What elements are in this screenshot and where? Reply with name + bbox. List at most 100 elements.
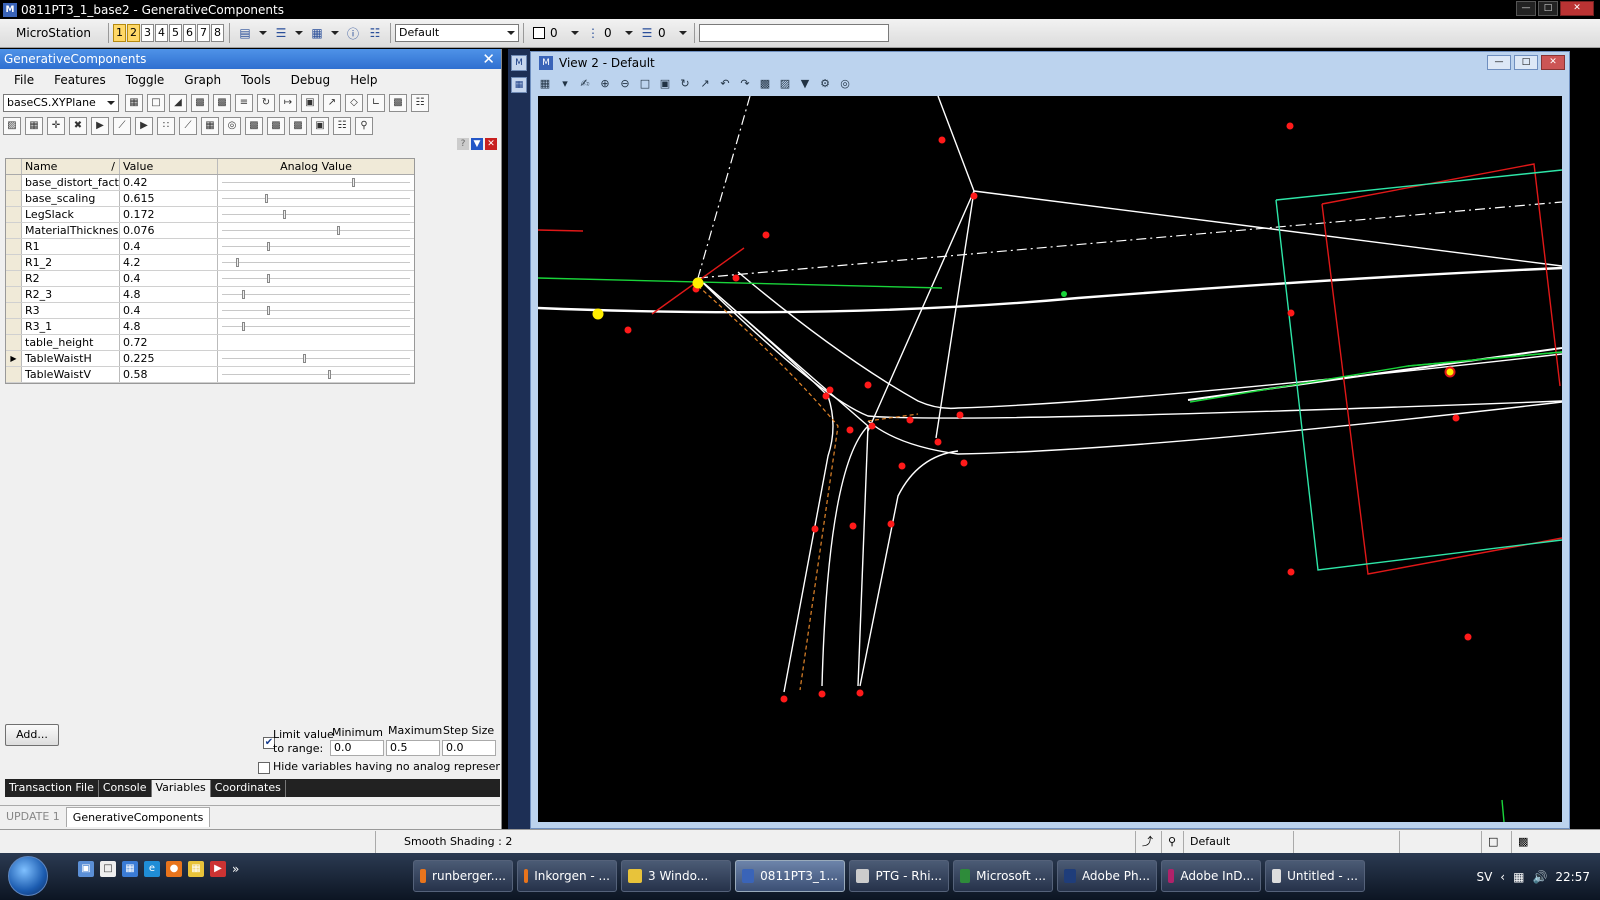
maximize-icon[interactable]: □ [1514, 55, 1538, 70]
slider-thumb[interactable] [337, 226, 341, 235]
table-row[interactable]: base_distort_fact... 0.42 [6, 175, 414, 191]
variable-value-cell[interactable]: 4.2 [120, 255, 218, 270]
maximize-icon[interactable]: □ [1538, 1, 1558, 16]
variable-value-cell[interactable]: 0.076 [120, 223, 218, 238]
view-button-1[interactable]: 1 [113, 24, 126, 42]
clock[interactable]: 22:57 [1555, 870, 1590, 884]
taskbar-button[interactable]: Inkorgen - ... [517, 860, 617, 892]
menu-graph[interactable]: Graph [184, 73, 221, 87]
browser-icon[interactable]: e [144, 861, 160, 877]
view-windows-icon[interactable]: ▦ [511, 77, 527, 93]
slider-thumb[interactable] [303, 354, 306, 363]
variable-value-cell[interactable]: 0.58 [120, 367, 218, 382]
slider-track[interactable] [222, 294, 410, 296]
new-file-icon[interactable]: □ [147, 93, 165, 112]
transform-icon[interactable]: ▨ [3, 116, 21, 135]
dropdown-arrow-icon[interactable] [331, 31, 339, 35]
step-size-field[interactable]: 0.0 [442, 740, 496, 756]
close-icon[interactable]: ✕ [485, 138, 497, 150]
collapse-icon[interactable]: ▼ [471, 138, 483, 150]
slider-thumb[interactable] [241, 322, 245, 331]
zoom-in-icon[interactable]: ⊕ [597, 76, 613, 92]
analog-slider[interactable] [218, 191, 414, 206]
hierarchy-icon[interactable]: ☷ [411, 93, 429, 112]
menu-help[interactable]: Help [350, 73, 377, 87]
table-row[interactable]: R2_3 4.8 [6, 287, 414, 303]
variable-value-cell[interactable]: 0.4 [120, 303, 218, 318]
zoom-out-icon[interactable]: ⊖ [617, 76, 633, 92]
tab-variables[interactable]: Variables [151, 779, 211, 797]
media-icon[interactable]: ▶ [210, 861, 226, 877]
display-style-icon[interactable]: ⚙ [817, 76, 833, 92]
variable-value-cell[interactable]: 0.172 [120, 207, 218, 222]
analog-slider[interactable] [218, 223, 414, 238]
clip-volume-icon[interactable]: ▨ [777, 76, 793, 92]
table-row[interactable]: R3_1 4.8 [6, 319, 414, 335]
slider-thumb[interactable] [283, 210, 287, 219]
lock-icon[interactable]: ⚲ [1162, 830, 1184, 853]
cube-icon[interactable]: ▣ [311, 116, 329, 135]
variable-value-cell[interactable]: 4.8 [120, 287, 218, 302]
table-row[interactable]: R1_2 4.2 [6, 255, 414, 271]
graph-icon[interactable]: ▦ [125, 93, 143, 112]
analog-slider[interactable] [218, 175, 414, 190]
refresh-icon[interactable]: ↻ [257, 93, 275, 112]
minimize-icon[interactable]: — [1487, 55, 1511, 70]
polygon-tool-icon[interactable]: ◇ [345, 93, 363, 112]
coordinate-system-combo[interactable]: baseCS.XYPlane [3, 93, 119, 112]
component-icon[interactable]: ▩ [389, 93, 407, 112]
analog-value-column-header[interactable]: Analog Value [218, 159, 414, 174]
menu-file[interactable]: File [14, 73, 34, 87]
window-area-icon[interactable]: □ [637, 76, 653, 92]
line-tool-icon[interactable]: ↗ [323, 93, 341, 112]
tab-console[interactable]: Console [99, 779, 152, 797]
line-weight-icon[interactable]: ☰ [638, 24, 656, 42]
view-attributes-icon[interactable]: ▦ [537, 76, 553, 92]
slider-track[interactable] [222, 230, 410, 232]
printer-icon[interactable]: ▩ [1512, 831, 1542, 853]
close-icon[interactable]: ✕ [1560, 1, 1594, 16]
analog-slider[interactable] [218, 255, 414, 270]
view-button-7[interactable]: 7 [197, 24, 210, 42]
import-icon[interactable]: ↦ [279, 93, 297, 112]
slider-track[interactable] [222, 358, 410, 360]
draw-icon[interactable]: ⟋ [113, 116, 131, 135]
document-icon[interactable]: □ [100, 861, 116, 877]
show-desktop-icon[interactable]: ▣ [78, 861, 94, 877]
slider-thumb[interactable] [267, 242, 270, 251]
gc-document-tab[interactable]: GenerativeComponents [65, 806, 211, 827]
hide-variables-checkbox[interactable] [258, 762, 270, 774]
color-swatch-icon[interactable] [530, 24, 548, 42]
slider-track[interactable] [222, 198, 410, 200]
taskbar-button[interactable]: Adobe InD... [1161, 860, 1261, 892]
table-row[interactable]: TableWaistV 0.58 [6, 367, 414, 383]
taskbar-button[interactable]: PTG - Rhi... [849, 860, 949, 892]
close-icon[interactable]: ✕ [482, 50, 495, 68]
axis-tool-icon[interactable]: ∟ [367, 93, 385, 112]
snap-status-icon[interactable]: ⤴ [1136, 830, 1162, 853]
more-icon[interactable]: » [232, 862, 239, 876]
copy-view-icon[interactable]: ▩ [757, 76, 773, 92]
table-row[interactable]: R1 0.4 [6, 239, 414, 255]
snap-icon[interactable]: ☷ [366, 24, 384, 42]
script-icon[interactable]: ≡ [235, 93, 253, 112]
levels-icon[interactable]: ☰ [272, 24, 290, 42]
taskbar-button[interactable]: Microsoft ... [953, 860, 1053, 892]
minimize-icon[interactable]: — [1516, 1, 1536, 16]
camera-icon[interactable]: ◎ [837, 76, 853, 92]
volume-icon[interactable]: 🔊 [1532, 870, 1547, 884]
variable-value-cell[interactable]: 0.615 [120, 191, 218, 206]
analog-slider[interactable] [218, 287, 414, 302]
grid-alt-icon[interactable]: ▩ [289, 116, 307, 135]
start-button[interactable] [8, 856, 48, 896]
pattern-icon[interactable]: ▩ [245, 116, 263, 135]
slider-thumb[interactable] [351, 178, 355, 187]
key-in-field[interactable] [699, 24, 889, 42]
view-button-2[interactable]: 2 [127, 24, 140, 42]
variable-value-cell[interactable]: 0.225 [120, 351, 218, 366]
variable-value-cell[interactable]: 4.8 [120, 319, 218, 334]
chevron-left-icon[interactable]: ‹ [1500, 870, 1505, 884]
slider-track[interactable] [222, 310, 410, 312]
drawing-canvas[interactable] [538, 96, 1562, 822]
save-as-icon[interactable]: ▩ [213, 93, 231, 112]
